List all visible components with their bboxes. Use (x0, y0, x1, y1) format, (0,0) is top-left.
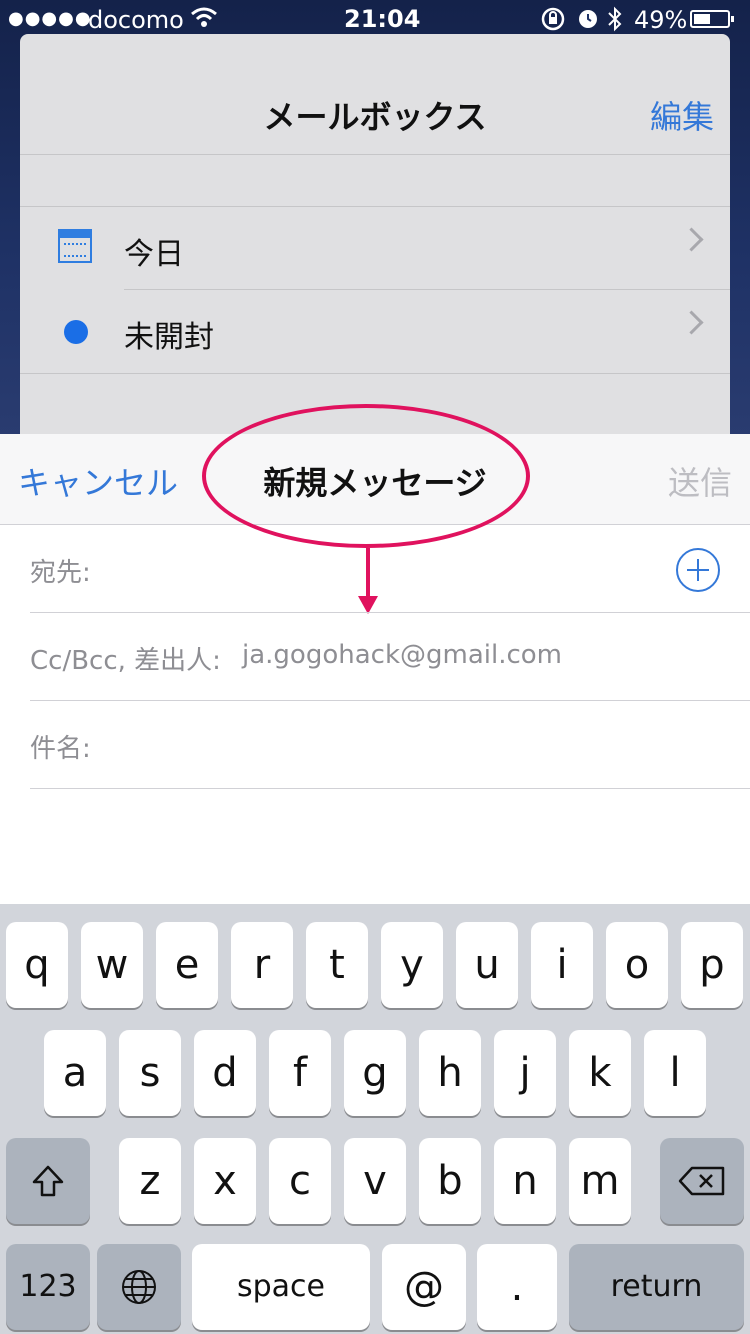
key-u[interactable]: u (456, 922, 518, 1008)
key-n[interactable]: n (494, 1138, 556, 1224)
mailbox-header: メールボックス 編集 (20, 34, 730, 155)
key-b[interactable]: b (419, 1138, 481, 1224)
key-k[interactable]: k (569, 1030, 631, 1116)
send-button[interactable]: 送信 (668, 458, 732, 504)
key-f[interactable]: f (269, 1030, 331, 1116)
subject-label: 件名: (30, 734, 91, 764)
to-label: 宛先: (30, 558, 91, 588)
key-x[interactable]: x (194, 1138, 256, 1224)
mailbox-item-label: 今日 (124, 237, 184, 272)
key-z[interactable]: z (119, 1138, 181, 1224)
mailbox-item-today[interactable]: 今日 (20, 207, 730, 290)
signal-strength: ●●●●● (8, 8, 92, 29)
unread-dot-icon (64, 320, 88, 344)
key-v[interactable]: v (344, 1138, 406, 1224)
key-r[interactable]: r (231, 922, 293, 1008)
numbers-key[interactable]: 123 (6, 1244, 90, 1330)
key-h[interactable]: h (419, 1030, 481, 1116)
to-field[interactable]: 宛先: (30, 524, 750, 613)
mailbox-item-unread[interactable]: 未開封 (20, 290, 730, 372)
clock: 21:04 (344, 5, 421, 33)
ccbcc-label: Cc/Bcc, 差出人: (30, 646, 221, 676)
mailbox-title: メールボックス (263, 98, 487, 136)
key-o[interactable]: o (606, 922, 668, 1008)
carrier-name: docomo (88, 6, 184, 34)
globe-key[interactable] (97, 1244, 181, 1330)
key-e[interactable]: e (156, 922, 218, 1008)
delete-key[interactable] (660, 1138, 744, 1224)
key-p[interactable]: p (681, 922, 743, 1008)
edit-button[interactable]: 編集 (650, 92, 714, 138)
calendar-icon (58, 229, 92, 263)
key-m[interactable]: m (569, 1138, 631, 1224)
key-j[interactable]: j (494, 1030, 556, 1116)
chevron-right-icon (679, 310, 704, 335)
compose-sheet: キャンセル 新規メッセージ 送信 宛先: Cc/Bcc, 差出人: ja.gog… (0, 404, 750, 904)
space-key[interactable]: space (192, 1244, 370, 1330)
return-key[interactable]: return (569, 1244, 744, 1330)
shift-icon (32, 1165, 64, 1197)
key-s[interactable]: s (119, 1030, 181, 1116)
shift-key[interactable] (6, 1138, 90, 1224)
ccbcc-field[interactable]: Cc/Bcc, 差出人: ja.gogohack@gmail.com (30, 612, 750, 701)
key-g[interactable]: g (344, 1030, 406, 1116)
key-y[interactable]: y (381, 922, 443, 1008)
add-contact-icon[interactable] (676, 548, 720, 592)
keyboard: q w e r t y u i o p a s d f g h j k l z … (0, 904, 750, 1334)
subject-field[interactable]: 件名: (30, 700, 750, 789)
battery-icon (690, 10, 734, 28)
mailbox-list: 今日 未開封 (20, 206, 730, 374)
battery-percent: 49% (634, 6, 688, 34)
key-w[interactable]: w (81, 922, 143, 1008)
mailbox-card: メールボックス 編集 今日 未開封 (20, 34, 730, 440)
key-c[interactable]: c (269, 1138, 331, 1224)
compose-nav-bar: キャンセル 新規メッセージ 送信 (0, 404, 750, 614)
wifi-icon (190, 6, 218, 34)
chevron-right-icon (679, 227, 704, 252)
key-q[interactable]: q (6, 922, 68, 1008)
key-l[interactable]: l (644, 1030, 706, 1116)
alarm-icon (576, 6, 600, 36)
key-a[interactable]: a (44, 1030, 106, 1116)
at-key[interactable]: @ (382, 1244, 466, 1330)
from-address: ja.gogohack@gmail.com (242, 640, 563, 670)
delete-backspace-icon (678, 1166, 725, 1196)
mailbox-item-label: 未開封 (124, 320, 214, 355)
key-d[interactable]: d (194, 1030, 256, 1116)
globe-icon (122, 1270, 156, 1304)
key-t[interactable]: t (306, 922, 368, 1008)
dot-key[interactable]: . (477, 1244, 557, 1330)
key-i[interactable]: i (531, 922, 593, 1008)
